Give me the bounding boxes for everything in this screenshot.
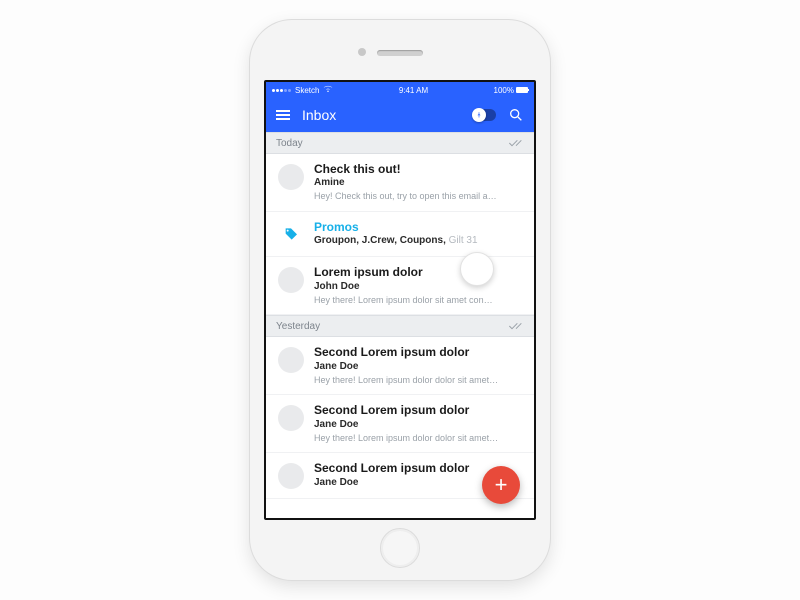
section-header: Yesterday bbox=[266, 315, 534, 337]
carrier-label: Sketch bbox=[295, 86, 319, 95]
mail-subject: Second Lorem ipsum dolor bbox=[314, 345, 522, 359]
home-button[interactable] bbox=[380, 528, 420, 568]
app-header: Inbox bbox=[266, 98, 534, 132]
speaker-grille bbox=[377, 50, 423, 56]
mail-row[interactable]: Check this out! Amine Hey! Check this ou… bbox=[266, 154, 534, 212]
menu-icon[interactable] bbox=[276, 110, 290, 120]
mail-preview: Hey there! Lorem ipsum dolor dolor sit a… bbox=[314, 374, 522, 387]
status-bar: Sketch 9:41 AM 100% bbox=[266, 82, 534, 98]
section-header: Today bbox=[266, 132, 534, 154]
tag-icon bbox=[278, 222, 304, 248]
mail-preview: Hey there! Lorem ipsum dolor sit amet co… bbox=[314, 294, 522, 307]
avatar bbox=[278, 267, 304, 293]
pin-icon bbox=[475, 111, 483, 119]
promo-row[interactable]: Promos Groupon, J.Crew, Coupons, Gilt 31 bbox=[266, 212, 534, 257]
pinned-toggle[interactable] bbox=[472, 109, 496, 121]
mail-subject: Check this out! bbox=[314, 162, 522, 176]
mail-from: Jane Doe bbox=[314, 360, 522, 374]
mail-from: Amine bbox=[314, 176, 522, 190]
promo-from: Groupon, J.Crew, Coupons, Gilt 31 bbox=[314, 234, 522, 248]
mail-row[interactable]: Lorem ipsum dolor John Doe Hey there! Lo… bbox=[266, 257, 534, 315]
mail-row[interactable]: Second Lorem ipsum dolor Jane Doe Hey th… bbox=[266, 395, 534, 453]
search-icon[interactable] bbox=[508, 107, 524, 123]
toggle-knob bbox=[472, 108, 486, 122]
mail-from: Jane Doe bbox=[314, 418, 522, 432]
mail-from: John Doe bbox=[314, 280, 522, 294]
screen: Sketch 9:41 AM 100% Inbox bbox=[264, 80, 536, 520]
section-label: Yesterday bbox=[276, 321, 508, 332]
promo-subject: Promos bbox=[314, 220, 522, 234]
avatar bbox=[278, 164, 304, 190]
compose-fab[interactable]: + bbox=[482, 466, 520, 504]
avatar bbox=[278, 405, 304, 431]
mail-preview: Hey there! Lorem ipsum dolor dolor sit a… bbox=[314, 432, 522, 445]
battery-icon bbox=[516, 87, 528, 93]
mail-row[interactable]: Second Lorem ipsum dolor Jane Doe Hey th… bbox=[266, 337, 534, 395]
wifi-icon bbox=[323, 85, 333, 95]
sweep-icon[interactable] bbox=[508, 321, 524, 331]
front-camera bbox=[358, 48, 366, 56]
mail-subject: Lorem ipsum dolor bbox=[314, 265, 522, 279]
avatar bbox=[278, 347, 304, 373]
mail-subject: Second Lorem ipsum dolor bbox=[314, 403, 522, 417]
signal-dots-icon bbox=[272, 89, 291, 92]
phone-frame: Sketch 9:41 AM 100% Inbox bbox=[250, 20, 550, 580]
battery-percent: 100% bbox=[494, 86, 514, 95]
sweep-icon[interactable] bbox=[508, 138, 524, 148]
plus-icon: + bbox=[495, 474, 508, 496]
page-title: Inbox bbox=[302, 107, 460, 123]
avatar bbox=[278, 463, 304, 489]
battery-indicator: 100% bbox=[494, 86, 528, 95]
clock: 9:41 AM bbox=[337, 86, 489, 95]
mail-preview: Hey! Check this out, try to open this em… bbox=[314, 190, 522, 203]
inbox-list[interactable]: Today Check this out! Amine Hey! Check t… bbox=[266, 132, 534, 518]
section-label: Today bbox=[276, 138, 508, 149]
